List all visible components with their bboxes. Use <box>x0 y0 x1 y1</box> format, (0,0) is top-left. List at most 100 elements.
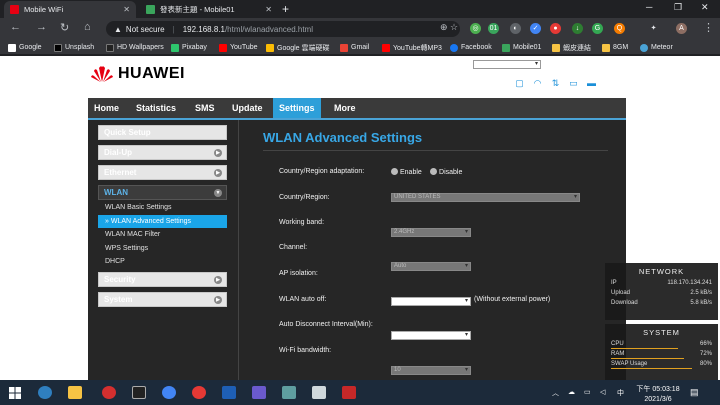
huawei-logo: HUAWEI <box>90 64 185 84</box>
bookmark-folder[interactable]: 8GM <box>602 42 628 53</box>
country-adapt-radio-group: Enable Disable <box>391 167 468 176</box>
bookmark-item[interactable]: Facebook <box>450 42 492 53</box>
sidebar-wlan[interactable]: WLAN ▼ <box>98 185 227 200</box>
not-secure-label[interactable]: Not secure <box>126 25 165 34</box>
sidebar-item-wps[interactable]: WPS Settings <box>98 242 227 256</box>
tray-chevron-icon[interactable]: ︿ <box>552 388 559 398</box>
taskbar-app[interactable] <box>128 384 150 401</box>
menu-icon[interactable]: ⋮ <box>703 21 714 34</box>
auto-disconnect-label: Auto Disconnect Interval(Min): <box>279 321 373 328</box>
close-icon[interactable]: ✕ <box>265 5 272 14</box>
notepad-icon <box>312 386 326 399</box>
youtube-icon <box>219 43 227 52</box>
system-widget: SYSTEM CPU 66% RAM 72% SWAP Usage 80% <box>605 324 718 380</box>
ram-bar <box>611 358 684 359</box>
wlan-auto-off-select[interactable]: ▾ <box>391 331 471 340</box>
bookmark-item[interactable]: Pixabay <box>171 42 207 53</box>
bookmark-item[interactable]: YouTube <box>219 42 258 53</box>
disable-radio[interactable] <box>430 168 438 176</box>
extension-icon[interactable]: ↓ <box>572 23 583 34</box>
language-select[interactable]: ▾ <box>473 60 541 69</box>
chevron-down-icon: ▾ <box>464 298 468 304</box>
chevron-down-icon: ▾ <box>464 332 468 338</box>
bookmark-item[interactable]: YouTube轉MP3 <box>382 42 442 53</box>
extension-icon[interactable]: G <box>592 23 603 34</box>
back-icon[interactable]: ← <box>10 21 21 33</box>
taskbar-app[interactable] <box>218 384 240 401</box>
sidebar-item-wlan-basic[interactable]: WLAN Basic Settings <box>98 201 227 215</box>
taskbar-app[interactable] <box>64 384 86 401</box>
taskbar-app[interactable] <box>158 384 180 401</box>
minimize-icon[interactable]: ─ <box>646 2 652 12</box>
bookmark-folder[interactable]: 蝦皮連結 <box>552 42 591 53</box>
reload-icon[interactable]: ↻ <box>60 21 69 34</box>
enable-radio[interactable] <box>391 168 398 176</box>
home-icon[interactable]: ⌂ <box>84 21 91 33</box>
bookmark-item[interactable]: Meteor <box>640 42 673 53</box>
youtube-mp3-icon <box>382 43 390 52</box>
taskbar-app[interactable] <box>98 384 120 401</box>
sidebar-item-wlan-advanced[interactable]: » WLAN Advanced Settings <box>98 214 227 228</box>
menu-more[interactable]: More <box>328 98 362 118</box>
auto-disconnect-select[interactable]: 10 ▾ <box>391 366 471 375</box>
chevron-down-icon: ▾ <box>464 229 468 235</box>
warning-icon[interactable]: ▲ <box>114 25 122 34</box>
taskbar-app[interactable] <box>188 384 210 401</box>
extension-icon[interactable]: 01 <box>488 23 499 34</box>
bookmark-item[interactable]: HD Wallpapers <box>106 42 164 53</box>
clock[interactable]: 下午 05:03:18 2021/3/6 <box>636 384 680 403</box>
menu-sms[interactable]: SMS <box>189 98 221 118</box>
extension-icon[interactable]: Q <box>614 23 625 34</box>
channel-select[interactable]: Auto ▾ <box>391 262 471 271</box>
taskbar-app[interactable] <box>338 384 360 401</box>
sidebar-ethernet[interactable]: Ethernet ▶ <box>98 165 227 180</box>
bookmark-item[interactable]: Mobile01 <box>502 42 541 53</box>
clock-date: 2021/3/6 <box>644 396 672 403</box>
new-tab-button[interactable]: + <box>282 2 289 16</box>
address-bar[interactable]: ▲ Not secure | 192.168.8.1/html/wlanadva… <box>106 21 460 37</box>
taskbar-app[interactable] <box>308 384 330 401</box>
install-icon[interactable]: ⊕ <box>440 22 448 33</box>
taskbar-app[interactable] <box>34 384 56 401</box>
sidebar-security[interactable]: Security ▶ <box>98 271 227 287</box>
menu-home[interactable]: Home <box>88 98 125 118</box>
extension-icon[interactable]: ✓ <box>530 23 541 34</box>
bookmark-item[interactable]: Unsplash <box>54 42 94 53</box>
sidebar-item-dhcp[interactable]: DHCP <box>98 255 227 269</box>
taskbar-app[interactable] <box>248 384 270 401</box>
ap-isolation-select[interactable]: ▾ <box>391 297 471 306</box>
close-icon[interactable]: ✕ <box>123 5 130 14</box>
puzzle-icon[interactable]: ✦ <box>648 23 659 34</box>
country-select[interactable]: UNITED STATES ▾ <box>391 193 580 202</box>
sidebar-item-wlan-mac-filter[interactable]: WLAN MAC Filter <box>98 228 227 242</box>
sidebar-quick-setup[interactable]: Quick Setup <box>98 125 227 140</box>
cloud-icon[interactable]: ☁ <box>568 388 575 396</box>
sidebar-system[interactable]: System ▶ <box>98 291 227 307</box>
volume-icon[interactable]: ◁ <box>600 388 605 396</box>
extension-icon[interactable]: ◐ <box>510 23 521 34</box>
forward-icon[interactable]: → <box>36 21 47 33</box>
bookmark-star-icon[interactable]: ☆ <box>450 22 458 33</box>
sidebar-dialup[interactable]: Dial-Up ▶ <box>98 145 227 160</box>
extension-icon[interactable]: ● <box>550 23 561 34</box>
extension-icon[interactable]: ◎ <box>470 23 481 34</box>
tab-mobile01[interactable]: 發表新主題 - Mobile01 ✕ <box>140 1 278 18</box>
taskbar-app[interactable] <box>278 384 300 401</box>
menu-statistics[interactable]: Statistics <box>130 98 182 118</box>
ime-indicator[interactable]: 中 <box>617 388 624 398</box>
country-adapt-label: Country/Region adaptation: <box>279 168 365 175</box>
menu-settings[interactable]: Settings <box>273 98 321 118</box>
close-window-icon[interactable]: ✕ <box>701 2 709 13</box>
network-icon[interactable]: ▭ <box>584 388 591 396</box>
bookmarks-bar: Google Unsplash HD Wallpapers Pixabay Yo… <box>0 40 720 55</box>
bookmark-item[interactable]: Gmail <box>340 42 369 53</box>
notifications-icon[interactable]: ▤ <box>690 387 699 398</box>
bookmark-item[interactable]: Google 雲端硬碟 <box>266 42 330 53</box>
working-band-select[interactable]: 2.4GHz ▾ <box>391 228 471 237</box>
bookmark-item[interactable]: Google <box>8 42 42 53</box>
tab-mobile-wifi[interactable]: Mobile WiFi ✕ <box>4 1 136 18</box>
maximize-icon[interactable]: ❐ <box>674 2 682 13</box>
avatar[interactable]: A <box>676 23 687 34</box>
menu-update[interactable]: Update <box>226 98 269 118</box>
start-button[interactable] <box>4 384 26 401</box>
